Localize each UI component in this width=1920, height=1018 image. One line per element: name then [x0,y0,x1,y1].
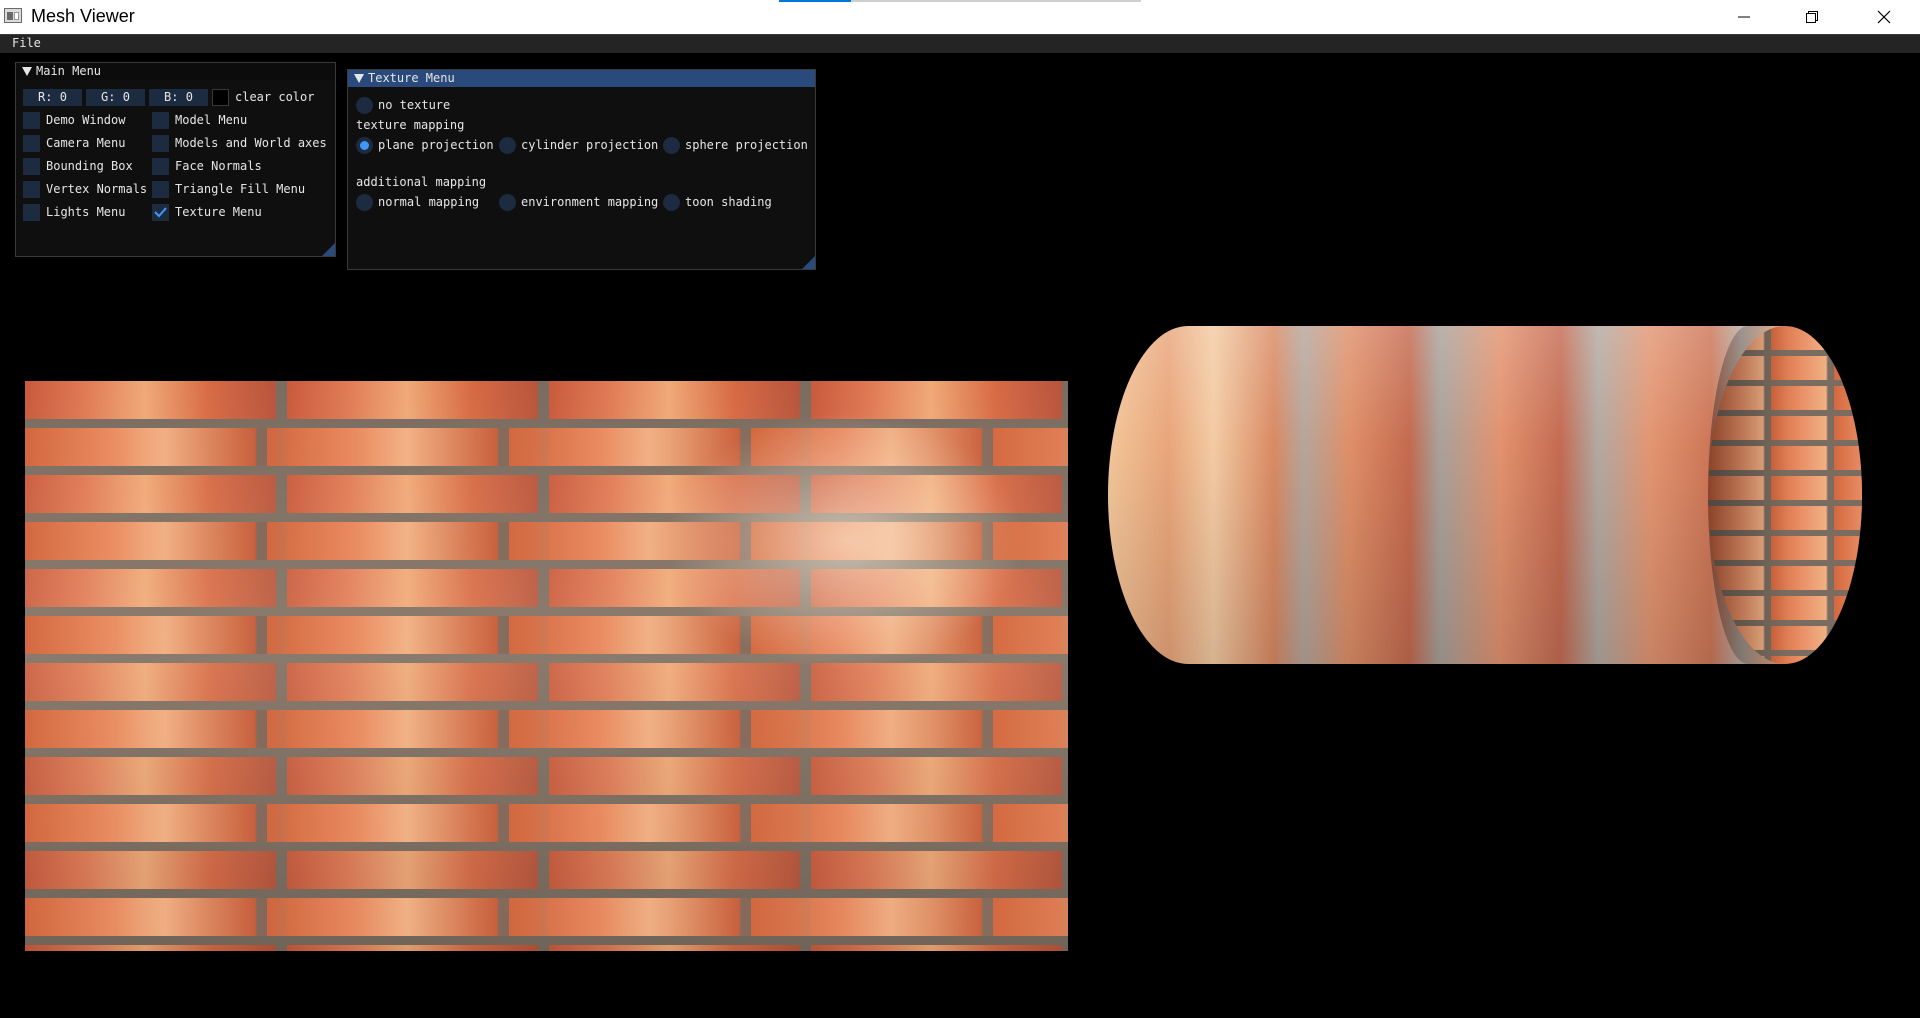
main-menu-window[interactable]: Main Menu R: 0 G: 0 B: 0 clear color Dem… [15,62,336,257]
texture-menu-checkbox[interactable] [152,204,169,221]
menu-bar: File [0,34,1920,53]
lights-menu-label: Lights Menu [46,205,126,219]
texture-menu-label: Texture Menu [175,205,262,219]
bounding-box-checkbox[interactable] [23,158,40,175]
plane-projection-radio[interactable] [356,137,373,154]
texture-mapping-heading: texture mapping [356,118,465,132]
camera-menu-checkbox[interactable] [23,135,40,152]
model-menu-checkbox[interactable] [152,112,169,129]
brick-row [25,710,1068,748]
clear-color-label: clear color [235,90,315,104]
brick-row [25,804,1068,842]
green-input[interactable]: G: 0 [86,89,145,106]
window-title: Mesh Viewer [31,6,135,26]
main-menu-title: Main Menu [36,64,102,78]
texture-menu-titlebar[interactable]: Texture Menu [348,70,815,87]
title-accent [779,0,851,2]
menu-file[interactable]: File [12,36,41,50]
models-world-axes-label: Models and World axes [175,136,327,150]
cylinder-projection-radio[interactable] [499,137,516,154]
restore-icon [1806,11,1818,23]
texture-menu-title: Texture Menu [368,71,455,85]
collapse-triangle-icon[interactable] [354,74,364,83]
toon-shading-radio[interactable] [663,194,680,211]
blue-input[interactable]: B: 0 [149,89,208,106]
additional-mapping-heading: additional mapping [356,175,487,189]
environment-mapping-radio[interactable] [499,194,516,211]
title-accent-track [851,0,1141,2]
no-texture-radio[interactable] [356,97,373,114]
resize-grip[interactable] [802,256,815,269]
specular-highlight [665,411,1025,671]
bounding-box-label: Bounding Box [46,159,133,173]
main-menu-titlebar[interactable]: Main Menu [16,63,335,80]
sphere-projection-radio[interactable] [663,137,680,154]
restore-button[interactable] [1778,0,1846,34]
checkmark-icon [154,207,167,218]
face-normals-checkbox[interactable] [152,158,169,175]
red-input[interactable]: R: 0 [23,89,82,106]
toon-shading-label: toon shading [685,195,772,209]
lights-menu-checkbox[interactable] [23,204,40,221]
environment-mapping-label: environment mapping [521,195,659,209]
camera-menu-label: Camera Menu [46,136,126,150]
app-icon [4,8,22,23]
vertex-normals-label: Vertex Normals [46,182,148,196]
brick-row [25,898,1068,936]
plane-projection-label: plane projection [378,138,494,152]
triangle-fill-menu-label: Triangle Fill Menu [175,182,306,196]
close-icon [1877,10,1891,24]
resize-grip[interactable] [322,243,335,256]
minimize-icon [1738,16,1750,18]
minimize-button[interactable] [1710,0,1778,34]
color-swatch[interactable] [212,89,229,106]
demo-window-checkbox[interactable] [23,112,40,129]
normal-mapping-label: normal mapping [378,195,480,209]
normal-mapping-radio[interactable] [356,194,373,211]
texture-menu-window[interactable]: Texture Menu no texture texture mapping … [347,69,816,270]
models-world-axes-checkbox[interactable] [152,135,169,152]
demo-window-label: Demo Window [46,113,126,127]
face-normals-label: Face Normals [175,159,262,173]
vertex-normals-checkbox[interactable] [23,181,40,198]
close-button[interactable] [1850,0,1918,34]
title-bar: Mesh Viewer [0,0,1920,34]
collapse-triangle-icon[interactable] [22,67,32,76]
cylinder-projection-label: cylinder projection [521,138,659,152]
brick-textured-plane[interactable] [25,381,1068,951]
triangle-fill-menu-checkbox[interactable] [152,181,169,198]
sphere-projection-label: sphere projection [685,138,808,152]
cylinder-inner-shadow [1708,326,1788,664]
model-menu-label: Model Menu [175,113,248,127]
no-texture-label: no texture [378,98,451,112]
